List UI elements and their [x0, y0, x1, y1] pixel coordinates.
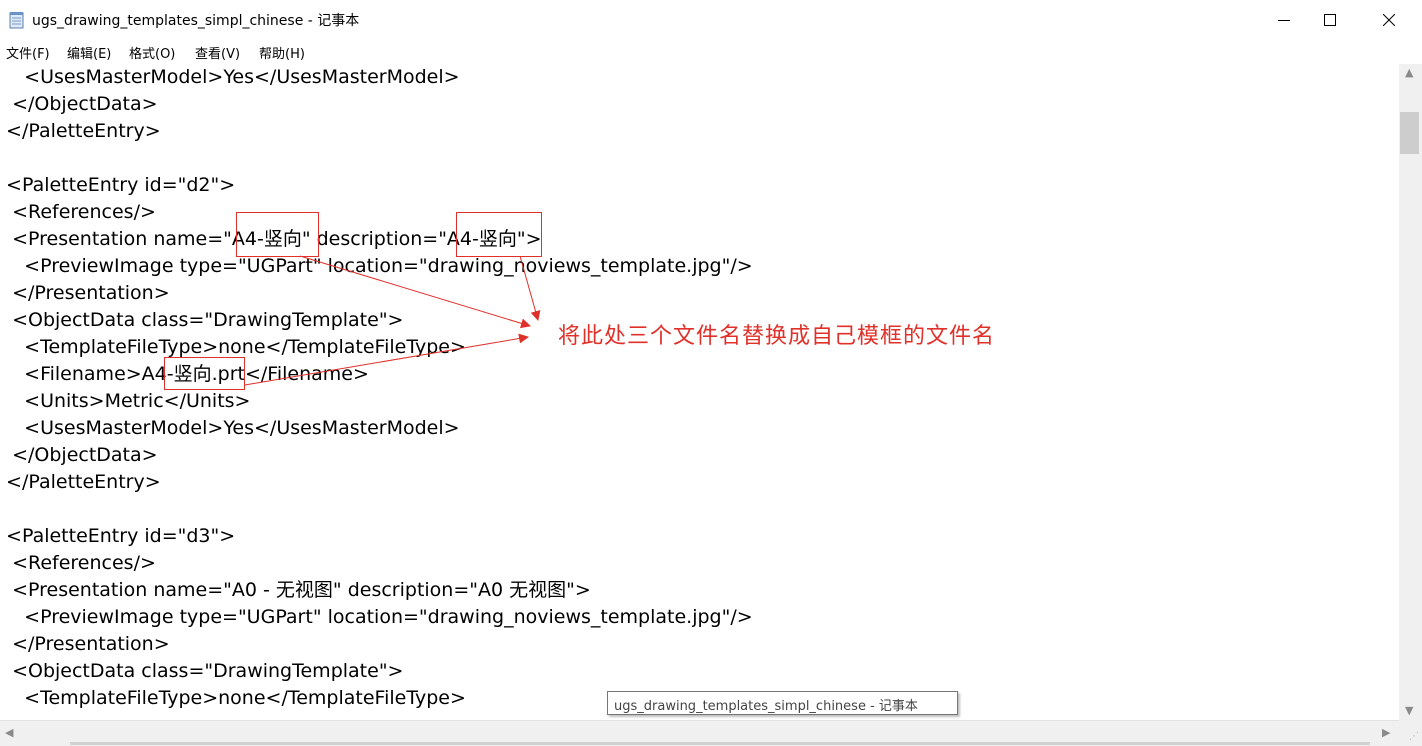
text-line: <Units>Metric</Units> [0, 390, 251, 412]
minimize-icon [1278, 20, 1290, 21]
text-line: <Presentation name="A0 - 无视图" descriptio… [0, 579, 591, 601]
text-line: <UsesMasterModel>Yes</UsesMasterModel> [0, 417, 460, 439]
title-bar[interactable]: ugs_drawing_templates_simpl_chinese - 记事… [0, 0, 1422, 40]
scroll-right-icon[interactable]: ▶ [1382, 726, 1390, 739]
text-line: </Presentation> [0, 633, 170, 655]
text-line: <UsesMasterModel>Yes</UsesMasterModel> [0, 66, 460, 88]
tooltip: ugs_drawing_templates_simpl_chinese - 记事… [607, 691, 958, 715]
close-button[interactable] [1366, 0, 1412, 40]
text-line: <References/> [0, 552, 156, 574]
annotation-box-name [236, 212, 319, 257]
menu-file[interactable]: 文件(F) [6, 43, 50, 62]
window-title: ugs_drawing_templates_simpl_chinese - 记事… [32, 13, 360, 29]
maximize-button[interactable] [1307, 0, 1353, 40]
text-editor[interactable]: <UsesMasterModel>Yes</UsesMasterModel> <… [0, 64, 1399, 720]
text-line: <PaletteEntry id="d3"> [0, 525, 236, 547]
text-line: <PaletteEntry id="d2"> [0, 174, 236, 196]
text-line: </PaletteEntry> [0, 120, 161, 142]
annotation-box-filename [164, 357, 245, 390]
notepad-icon [9, 11, 25, 29]
scroll-down-icon[interactable]: ▼ [1405, 704, 1413, 717]
text-line: <PreviewImage type="UGPart" location="dr… [0, 255, 753, 277]
vertical-scroll-thumb[interactable] [1400, 112, 1419, 154]
menu-edit[interactable]: 编辑(E) [67, 43, 111, 62]
text-line: </PaletteEntry> [0, 471, 161, 493]
maximize-icon [1324, 14, 1336, 26]
menu-help[interactable]: 帮助(H) [259, 43, 305, 62]
text-line: </ObjectData> [0, 93, 158, 115]
scroll-up-icon[interactable]: ▲ [1405, 66, 1413, 79]
annotation-box-description [456, 212, 542, 257]
text-line: <TemplateFileType>none</TemplateFileType… [0, 687, 466, 709]
vertical-scrollbar[interactable]: ▲ ▼ [1399, 64, 1422, 720]
horizontal-scrollbar[interactable]: ◀ ▶ [0, 720, 1422, 746]
menu-view[interactable]: 查看(V) [195, 43, 240, 62]
text-line: </ObjectData> [0, 444, 158, 466]
resize-grip-icon: ⋰ [1409, 731, 1419, 742]
close-icon [1383, 14, 1395, 26]
text-line: <ObjectData class="DrawingTemplate"> [0, 660, 404, 682]
scroll-left-icon[interactable]: ◀ [5, 726, 13, 739]
text-line: <ObjectData class="DrawingTemplate"> [0, 309, 404, 331]
text-line: <References/> [0, 201, 156, 223]
annotation-note: 将此处三个文件名替换成自己模框的文件名 [558, 324, 996, 349]
text-line: <PreviewImage type="UGPart" location="dr… [0, 606, 753, 628]
size-grip[interactable]: ⋰ [1399, 720, 1422, 745]
menu-bar: 文件(F) 编辑(E) 格式(O) 查看(V) 帮助(H) [0, 40, 1422, 64]
menu-format[interactable]: 格式(O) [129, 43, 175, 62]
text-line: </Presentation> [0, 282, 170, 304]
minimize-button[interactable] [1261, 0, 1307, 40]
